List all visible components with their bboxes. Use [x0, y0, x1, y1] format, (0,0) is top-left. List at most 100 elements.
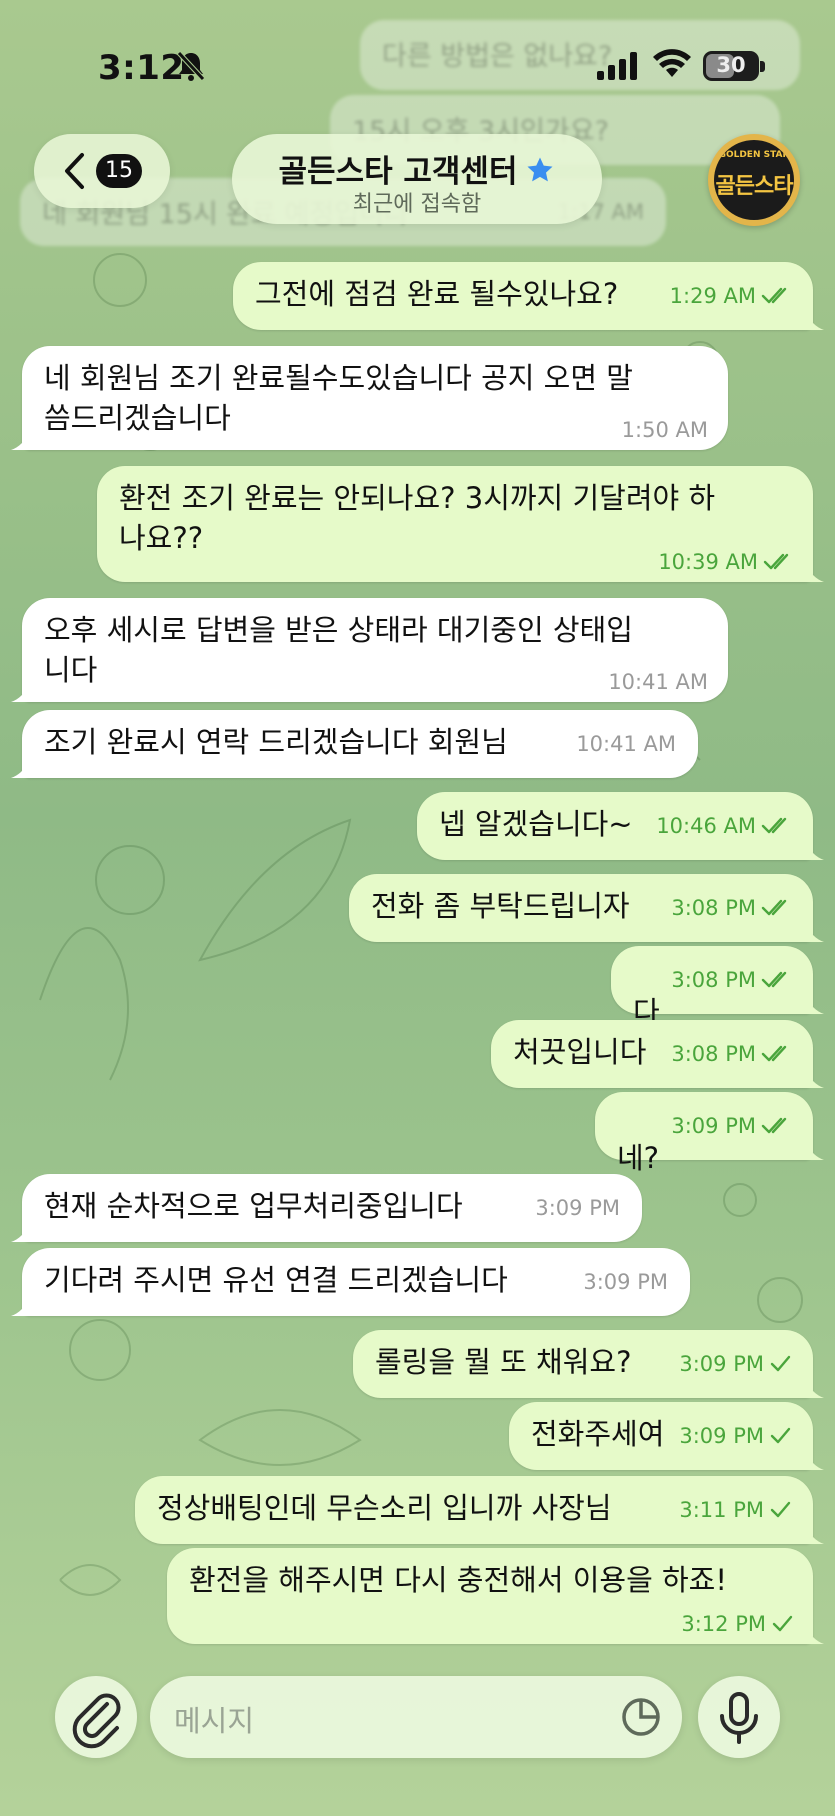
message-text: 환전을 해주시면 다시 충전해서 이용을 하죠!	[189, 1563, 727, 1597]
message-text: 조기 완료시 연락 드리겠습니다 회원님	[44, 725, 508, 759]
message-input[interactable]: 메시지	[150, 1676, 682, 1758]
message-time: 3:11 PM	[679, 1498, 791, 1522]
message-time: 10:41 AM	[576, 732, 676, 756]
message-timestamp: 3:09 PM	[679, 1352, 764, 1376]
outgoing-message-bubble[interactable]: 3:11 PM 정상배팅인데 무슨소리 입니까 사장님	[135, 1476, 824, 1544]
chat-title-text: 골든스타 고객센터	[278, 154, 518, 190]
voice-message-button[interactable]	[698, 1676, 780, 1758]
message-timestamp: 10:39 AM	[658, 550, 758, 574]
message-text: 정상배팅인데 무슨소리 입니까 사장님	[157, 1491, 612, 1525]
message-text: 전화주세여	[531, 1417, 665, 1451]
double-check-icon	[763, 553, 789, 570]
message-time: 3:08 PM	[671, 1042, 791, 1066]
bubble-tail	[804, 562, 824, 582]
message-text: 현재 순차적으로 업무처리중입니다	[44, 1189, 463, 1223]
incoming-message-bubble[interactable]: 오후 세시로 답변을 받은 상태라 대기중인 상태입 니다 10:41 AM	[11, 598, 728, 702]
double-check-icon	[761, 817, 787, 834]
bell-slash-icon	[177, 51, 205, 81]
message-timestamp: 3:08 PM	[671, 1042, 756, 1066]
star-icon	[527, 157, 553, 182]
message-text: 처끗입니다	[513, 1035, 647, 1069]
bubble-tail	[804, 1450, 824, 1470]
message-timestamp: 3:09 PM	[535, 1196, 620, 1220]
message-composer: 메시지	[0, 1656, 835, 1816]
chevron-left-icon	[65, 153, 84, 189]
message-time: 3:09 PM	[583, 1270, 668, 1294]
message-time: 3:08 PM	[671, 896, 791, 920]
wifi-icon	[653, 49, 691, 77]
bubble-tail	[804, 840, 824, 860]
bubble-tail	[804, 310, 824, 330]
message-text: 넵 알겠습니다~	[439, 807, 633, 841]
double-check-icon	[761, 899, 787, 916]
message-timestamp: 3:09 PM	[671, 1114, 756, 1138]
avatar-logo-top: GOLDEN STAR	[718, 150, 790, 160]
battery-level: 30	[716, 53, 746, 77]
outgoing-message-bubble[interactable]: 10:46 AM 넵 알겠습니다~	[417, 792, 824, 860]
incoming-message-bubble[interactable]: 3:09 PM 현재 순차적으로 업무처리중입니다	[11, 1174, 642, 1242]
message-time: 1:50 AM	[622, 418, 708, 442]
message-time: 3:09 PM	[679, 1352, 791, 1376]
message-timestamp: 3:09 PM	[583, 1270, 668, 1294]
message-text: 환전 조기 완료는 안되나요? 3시까지 기달려야 하 나요??	[119, 481, 716, 555]
bubble-tail	[804, 1068, 824, 1088]
message-time: 3:08 PM	[671, 968, 791, 992]
bubble-tail	[11, 430, 31, 450]
bubble-tail	[804, 1378, 824, 1398]
bubble-tail	[804, 1624, 824, 1644]
message-timestamp: 3:08 PM	[671, 896, 756, 920]
chat-title-header[interactable]: 골든스타 고객센터 최근에 접속함	[232, 134, 602, 224]
message-time: 3:09 PM	[679, 1424, 791, 1448]
message-time: 3:09 PM	[671, 1114, 791, 1138]
message-time: 10:41 AM	[608, 670, 708, 694]
message-timestamp: 3:11 PM	[679, 1498, 764, 1522]
bubble-tail	[804, 994, 824, 1014]
avatar-logo-text: 골든스타	[715, 174, 794, 199]
double-check-icon	[761, 287, 787, 304]
outgoing-message-bubble[interactable]: 환전 조기 완료는 안되나요? 3시까지 기달려야 하 나요?? 10:39 AM	[97, 466, 824, 582]
message-text: 전화 좀 부탁드립니자	[371, 889, 630, 923]
double-check-icon	[761, 1117, 787, 1134]
check-icon	[772, 1615, 793, 1632]
bubble-tail	[11, 1222, 31, 1242]
contact-avatar[interactable]: GOLDEN STAR 골든스타	[708, 134, 800, 226]
message-text: 오후 세시로 답변을 받은 상태라 대기중인 상태입 니다	[44, 613, 633, 687]
bubble-tail	[804, 1140, 824, 1160]
message-timestamp: 3:09 PM	[679, 1424, 764, 1448]
bubble-tail	[11, 1296, 31, 1316]
attach-button[interactable]	[55, 1676, 137, 1758]
double-check-icon	[761, 1045, 787, 1062]
message-time: 10:46 AM	[656, 814, 791, 838]
message-text: 네 회원님 조기 완료될수도있습니다 공지 오면 말 씀드리겠습니다	[44, 361, 633, 435]
message-timestamp: 10:41 AM	[576, 732, 676, 756]
status-time: 3:12	[98, 48, 185, 88]
outgoing-message-bubble[interactable]: 3:08 PM 처끗입니다	[491, 1020, 824, 1088]
message-text: 네?	[617, 1141, 660, 1175]
outgoing-message-bubble[interactable]: 3:08 PM 전화 좀 부탁드립니자	[349, 874, 824, 942]
outgoing-message-bubble[interactable]: 3:09 PM 네?	[595, 1092, 824, 1175]
message-timestamp: 3:12 PM	[681, 1612, 766, 1636]
incoming-message-bubble[interactable]: 3:09 PM 기다려 주시면 유선 연결 드리겠습니다	[11, 1248, 690, 1316]
check-icon	[770, 1355, 791, 1372]
status-bar: 3:12 30	[0, 0, 835, 130]
outgoing-message-bubble[interactable]: 3:09 PM 전화주세여	[509, 1402, 824, 1470]
message-timestamp: 1:29 AM	[669, 284, 756, 308]
bubble-tail	[804, 1524, 824, 1544]
incoming-message-bubble[interactable]: 10:41 AM 조기 완료시 연락 드리겠습니다 회원님	[11, 710, 698, 778]
sticker-icon[interactable]	[618, 1694, 664, 1740]
message-text: 롤링을 뭘 또 채워요?	[375, 1345, 632, 1379]
outgoing-message-bubble[interactable]: 1:29 AM 그전에 점검 완료 될수있나요?	[233, 262, 824, 330]
outgoing-message-bubble[interactable]: 3:08 PM 다	[611, 946, 824, 1029]
paperclip-icon	[72, 1693, 121, 1749]
message-time: 3:12 PM	[681, 1612, 793, 1636]
bubble-tail	[11, 682, 31, 702]
double-check-icon	[761, 971, 787, 988]
incoming-message-bubble[interactable]: 네 회원님 조기 완료될수도있습니다 공지 오면 말 씀드리겠습니다 1:50 A…	[11, 346, 728, 450]
outgoing-message-bubble[interactable]: 환전을 해주시면 다시 충전해서 이용을 하죠! 3:12 PM	[167, 1548, 824, 1644]
message-time: 1:29 AM	[670, 284, 791, 308]
outgoing-message-bubble[interactable]: 3:09 PM 롤링을 뭘 또 채워요?	[353, 1330, 824, 1398]
message-timestamp: 10:46 AM	[656, 814, 756, 838]
back-button[interactable]: 15	[34, 134, 170, 208]
chat-title: 골든스타 고객센터	[232, 146, 602, 191]
cellular-signal-icon	[597, 52, 637, 80]
